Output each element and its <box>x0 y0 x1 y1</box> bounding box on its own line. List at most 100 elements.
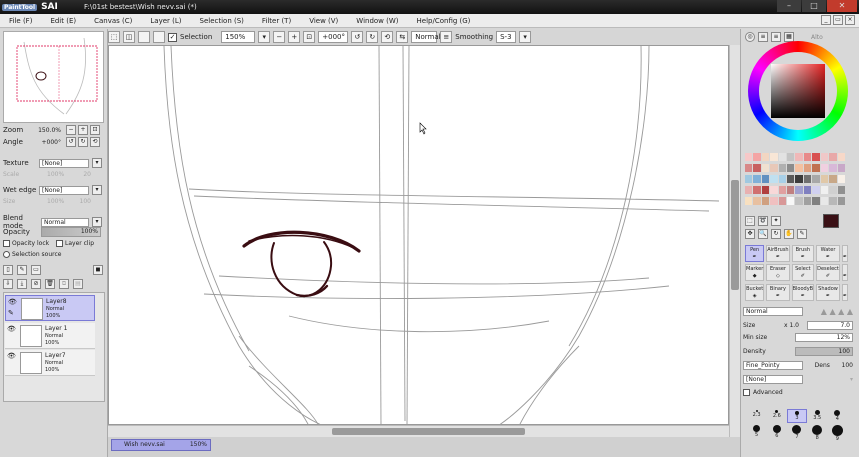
color-swatch[interactable] <box>820 175 829 183</box>
color-swatch[interactable] <box>837 164 845 172</box>
nav-rotate-right-icon[interactable]: ↻ <box>78 137 88 147</box>
rotate-reset-icon[interactable]: ⟲ <box>381 31 394 43</box>
brush-size-preset[interactable]: 8 <box>808 424 827 441</box>
color-swatch[interactable] <box>770 197 778 205</box>
texture-select[interactable]: [None] <box>39 158 89 168</box>
brush-texture-select[interactable]: [None] <box>743 375 803 384</box>
brush-size-preset[interactable]: 3.5 <box>808 409 827 423</box>
mdi-restore-icon[interactable]: ▭ <box>833 15 843 25</box>
selection-checkbox[interactable]: ✓ <box>168 32 177 42</box>
dens-value[interactable]: 100 <box>842 362 853 369</box>
brush-size-preset[interactable]: 2.6 <box>767 409 786 423</box>
tool-water[interactable]: Water ✒ <box>816 245 840 262</box>
color-swatch[interactable] <box>753 186 761 194</box>
brush-size-preset[interactable]: 9 <box>828 424 847 442</box>
mdi-minimize-icon[interactable]: _ <box>821 15 831 25</box>
color-swatch[interactable] <box>829 197 837 205</box>
drawing-canvas[interactable] <box>108 45 729 425</box>
nav-zoom-in-icon[interactable]: + <box>78 125 88 135</box>
color-swatch[interactable] <box>753 164 761 172</box>
color-wheel-tab-icon[interactable]: ◎ <box>745 32 755 42</box>
color-swatch[interactable] <box>803 197 812 205</box>
color-swatch[interactable] <box>761 164 770 172</box>
move-icon[interactable]: ✥ <box>745 229 755 239</box>
zoom-out-icon[interactable]: − <box>273 31 286 43</box>
color-swatch[interactable] <box>829 164 837 172</box>
menu-selection[interactable]: Selection (S) <box>200 17 244 25</box>
visibility-eye-icon[interactable]: 👁 <box>7 352 17 362</box>
color-swatch[interactable] <box>778 175 787 183</box>
color-swatch[interactable] <box>745 197 753 205</box>
hand-icon[interactable]: ✋ <box>784 229 794 239</box>
layer-clip-checkbox[interactable] <box>56 240 63 247</box>
flatten-icon[interactable]: ▤ <box>73 279 83 289</box>
color-swatch[interactable] <box>820 164 829 172</box>
color-swatch[interactable] <box>837 175 845 183</box>
tool-empty-1[interactable]: ✒ <box>841 245 849 262</box>
color-swatch[interactable] <box>812 153 820 161</box>
menu-window[interactable]: Window (W) <box>356 17 398 25</box>
brush-size-preset[interactable]: 6 <box>767 424 786 439</box>
tool-deselect[interactable]: Deselect ✐ <box>816 264 840 282</box>
visibility-eye-icon[interactable]: 👁 <box>7 325 17 335</box>
layer-item-layer1[interactable]: 👁 Layer 1 Normal 100% <box>5 323 95 349</box>
color-swatch[interactable] <box>753 197 761 205</box>
blend-mode-select[interactable]: Normal <box>41 217 89 227</box>
color-swatch[interactable] <box>803 186 812 194</box>
invert-selection-icon[interactable]: ◫ <box>123 31 135 43</box>
color-swatch[interactable] <box>787 164 795 172</box>
color-swatch[interactable] <box>829 153 837 161</box>
color-swatch[interactable] <box>770 153 778 161</box>
tool-empty-3[interactable]: ✒ <box>841 283 849 301</box>
blend-mode-dropdown-icon[interactable]: ▾ <box>92 217 102 227</box>
mode-menu-icon[interactable]: ≡ <box>440 31 453 43</box>
color-swatch[interactable] <box>787 153 795 161</box>
rgb-slider-tab-icon[interactable]: ≡ <box>758 32 768 42</box>
color-swatches[interactable] <box>745 153 845 207</box>
transfer-down-icon[interactable]: ⇩ <box>3 279 13 289</box>
color-swatch[interactable] <box>745 186 753 194</box>
close-button[interactable]: ✕ <box>827 0 857 12</box>
color-swatch[interactable] <box>787 186 795 194</box>
color-swatch[interactable] <box>787 175 795 183</box>
color-swatch[interactable] <box>829 186 837 194</box>
color-swatch[interactable] <box>795 186 803 194</box>
primary-color-swatch[interactable] <box>823 214 839 228</box>
color-swatch[interactable] <box>803 153 812 161</box>
menu-canvas[interactable]: Canvas (C) <box>94 17 132 25</box>
tool-bucket[interactable]: Bucket ◈ <box>745 283 765 301</box>
wetedge-dropdown-icon[interactable]: ▾ <box>92 185 102 195</box>
tool-brush[interactable]: Brush ✒ <box>791 245 815 262</box>
menu-view[interactable]: View (V) <box>309 17 338 25</box>
layer-mask-icon[interactable]: ◼ <box>93 265 103 275</box>
color-swatch[interactable] <box>820 153 829 161</box>
vertical-scroll-thumb[interactable] <box>731 180 739 290</box>
zoom-field[interactable]: 150% <box>221 31 256 43</box>
color-swatch[interactable] <box>770 175 778 183</box>
delete-layer-icon[interactable]: 🗑 <box>45 279 55 289</box>
color-swatch[interactable] <box>761 197 770 205</box>
color-wheel[interactable] <box>748 41 848 141</box>
rect-select-icon[interactable]: ⬚ <box>745 216 755 226</box>
rotation-field[interactable]: +000° <box>318 31 349 43</box>
color-swatch[interactable] <box>795 153 803 161</box>
rotate-right-icon[interactable]: ↻ <box>366 31 379 43</box>
tool-binary[interactable]: Binary ✒ <box>766 283 790 301</box>
brush-size-preset[interactable]: 7 <box>787 424 806 440</box>
nav-rotate-left-icon[interactable]: ↺ <box>66 137 76 147</box>
tool-empty-2[interactable]: ✒ <box>841 264 849 282</box>
color-swatch[interactable] <box>812 186 820 194</box>
color-swatch[interactable] <box>812 164 820 172</box>
new-layer-icon[interactable]: ▯ <box>3 265 13 275</box>
brush-size-multiplier[interactable]: x 1.0 <box>784 322 802 329</box>
color-swatch[interactable] <box>778 186 787 194</box>
new-linework-layer-icon[interactable]: ✎ <box>17 265 27 275</box>
layer-item-layer7[interactable]: 👁 Layer7 Normal 100% <box>5 350 95 376</box>
rotate-tool-icon[interactable]: ↻ <box>771 229 781 239</box>
color-swatch[interactable] <box>795 175 803 183</box>
mdi-close-icon[interactable]: × <box>845 15 855 25</box>
color-swatch[interactable] <box>837 153 845 161</box>
zoom-tool-icon[interactable]: 🔍 <box>758 229 768 239</box>
vertical-scrollbar[interactable] <box>729 45 740 437</box>
brush-shape-select[interactable]: Fine_Pointy <box>743 361 803 370</box>
